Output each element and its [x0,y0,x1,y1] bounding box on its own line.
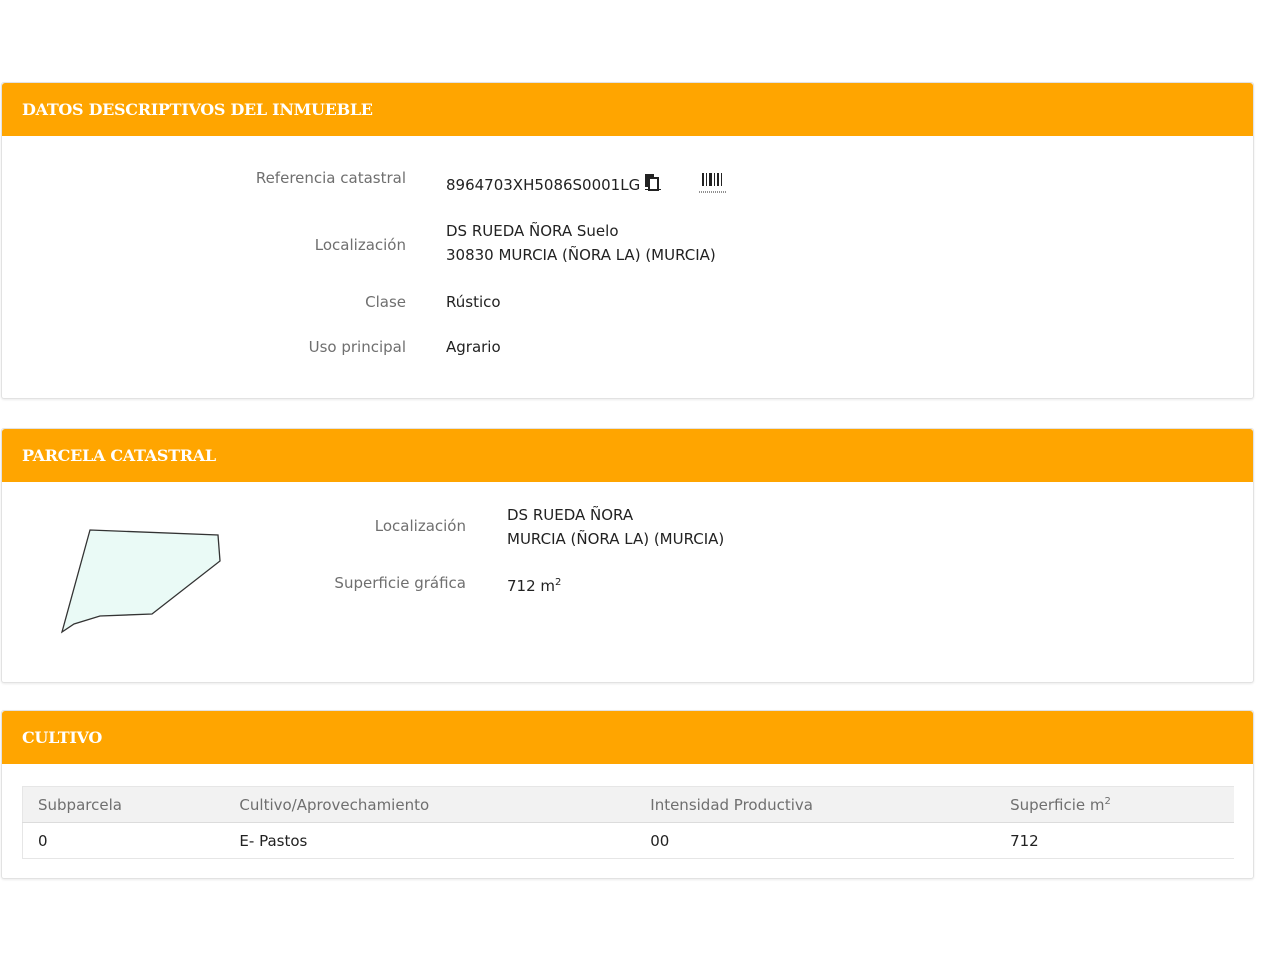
col-header-cultivo: Cultivo/Aprovechamiento [224,786,636,823]
parcela-localizacion-line2: MURCIA (ÑORA LA) (MURCIA) [507,530,725,548]
cell-cultivo: E- Pastos [224,822,636,859]
col-header-superficie: Superficie m2 [995,786,1234,823]
parcel-shape-image[interactable] [52,524,232,639]
cultivo-table: Subparcela Cultivo/Aprovechamiento Inten… [22,786,1234,859]
panel-header-descriptivos: DATOS DESCRIPTIVOS DEL INMUEBLE [2,83,1253,136]
panel-header-parcela: PARCELA CATASTRAL [2,429,1253,482]
cell-superficie: 712 [995,822,1234,859]
table-row: 0 E- Pastos 00 712 [22,822,1234,859]
panel-title: CULTIVO [22,728,102,747]
panel-header-cultivo: CULTIVO [2,711,1253,764]
table-header-row: Subparcela Cultivo/Aprovechamiento Inten… [22,786,1234,823]
col-header-subparcela: Subparcela [22,786,225,823]
col-header-superficie-text: Superficie m [1010,795,1105,814]
ref-catastral-value: 8964703XH5086S0001LG [446,176,641,194]
uso-principal-value: Agrario [446,338,501,356]
clase-value: Rústico [446,293,501,311]
panel-title: PARCELA CATASTRAL [22,446,216,465]
localizacion-value: DS RUEDA ÑORA Suelo 30830 MURCIA (ÑORA L… [446,219,716,267]
ref-catastral-label: Referencia catastral [255,169,406,187]
superficie-grafica-exponent: 2 [555,577,562,588]
parcela-localizacion-label: Localización [374,517,466,535]
panel-datos-descriptivos: DATOS DESCRIPTIVOS DEL INMUEBLE Referenc… [1,82,1254,399]
parcela-localizacion-value: DS RUEDA ÑORA MURCIA (ÑORA LA) (MURCIA) [507,503,724,551]
panel-parcela-catastral: PARCELA CATASTRAL Localización DS RUEDA … [1,428,1254,683]
ref-catastral-row: 8964703XH5086S0001LG [446,172,662,199]
panel-title: DATOS DESCRIPTIVOS DEL INMUEBLE [22,100,373,119]
localizacion-line2: 30830 MURCIA (ÑORA LA) (MURCIA) [446,246,716,264]
superficie-grafica-label: Superficie gráfica [334,574,466,592]
col-header-intensidad: Intensidad Productiva [635,786,996,823]
barcode-icon[interactable] [699,171,727,199]
parcela-localizacion-line1: DS RUEDA ÑORA [507,506,634,524]
superficie-grafica-value: 712 m2 [507,571,561,598]
localizacion-line1: DS RUEDA ÑORA Suelo [446,222,619,240]
cell-intensidad: 00 [635,822,996,859]
localizacion-label: Localización [314,236,406,254]
panel-cultivo: CULTIVO Subparcela Cultivo/Aprovechamien… [1,710,1254,879]
clase-label: Clase [365,293,406,311]
copy-icon[interactable] [644,172,662,199]
uso-principal-label: Uso principal [308,338,406,356]
col-header-superficie-exponent: 2 [1104,795,1111,807]
cell-subparcela: 0 [22,822,225,859]
superficie-grafica-number: 712 m [507,577,556,595]
